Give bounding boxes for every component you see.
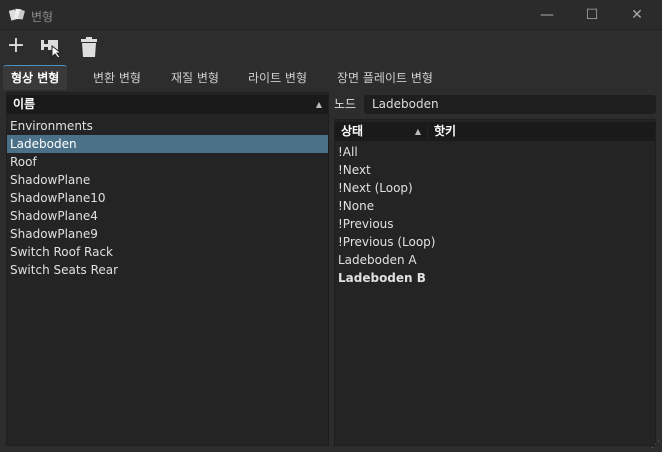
- sort-asc-icon: ▲: [414, 127, 421, 136]
- list-item[interactable]: Ladeboden: [7, 135, 328, 153]
- state-row[interactable]: Ladeboden A: [335, 251, 655, 269]
- list-item[interactable]: ShadowPlane: [7, 171, 328, 189]
- list-item[interactable]: Environments: [7, 117, 328, 135]
- state-row[interactable]: !All: [335, 143, 655, 161]
- column-header-state[interactable]: 상태 ▲: [335, 122, 427, 141]
- state-row[interactable]: !Previous (Loop): [335, 233, 655, 251]
- tab-geometry[interactable]: 형상 변형: [3, 65, 68, 90]
- node-label: 노드: [334, 97, 357, 111]
- add-icon[interactable]: +: [4, 35, 28, 59]
- toolbar: +: [0, 31, 662, 63]
- column-header-hotkey[interactable]: 핫키: [428, 122, 655, 141]
- close-button[interactable]: ✕: [622, 5, 652, 25]
- column-header-name[interactable]: 이름 ▲: [7, 95, 328, 114]
- list-item[interactable]: Switch Seats Rear: [7, 261, 328, 279]
- sort-asc-icon: ▲: [315, 100, 322, 109]
- state-row[interactable]: !Previous: [335, 215, 655, 233]
- node-field[interactable]: Ladeboden: [364, 95, 656, 114]
- header-label: 핫키: [434, 124, 457, 138]
- tab-material[interactable]: 재질 변형: [163, 66, 227, 91]
- list-item[interactable]: Switch Roof Rack: [7, 243, 328, 261]
- maximize-button[interactable]: ☐: [577, 5, 607, 25]
- state-row[interactable]: !Next (Loop): [335, 179, 655, 197]
- header-label: 상태: [341, 124, 364, 138]
- window-title: 변형: [31, 10, 54, 24]
- title-bar: 변형 — ☐ ✕: [0, 0, 662, 30]
- tab-light[interactable]: 라이트 변형: [240, 66, 315, 91]
- state-row[interactable]: Ladeboden B: [335, 269, 655, 287]
- tab-transform[interactable]: 변환 변형: [85, 66, 149, 91]
- state-row[interactable]: !None: [335, 197, 655, 215]
- app-icon: [9, 8, 25, 21]
- list-item[interactable]: ShadowPlane4: [7, 207, 328, 225]
- tab-bar: 형상 변형 변환 변형 재질 변형 라이트 변형 장면 플레이트 변형: [0, 64, 662, 91]
- resize-grip[interactable]: ⋰: [651, 440, 660, 450]
- list-item[interactable]: ShadowPlane10: [7, 189, 328, 207]
- list-item[interactable]: ShadowPlane9: [7, 225, 328, 243]
- trash-icon[interactable]: [77, 35, 101, 59]
- state-table: 상태 ▲ 핫키 !All !Next !Next (Loop) !None !Previo…: [334, 119, 656, 446]
- list-item[interactable]: Roof: [7, 153, 328, 171]
- minimize-button[interactable]: —: [532, 5, 562, 25]
- pick-node-icon[interactable]: [40, 35, 64, 59]
- geometry-list: 이름 ▲ Environments Ladeboden Roof ShadowPlane…: [6, 92, 329, 446]
- tab-scene-plate[interactable]: 장면 플레이트 변형: [329, 66, 441, 91]
- header-label: 이름: [13, 97, 36, 111]
- state-row[interactable]: !Next: [335, 161, 655, 179]
